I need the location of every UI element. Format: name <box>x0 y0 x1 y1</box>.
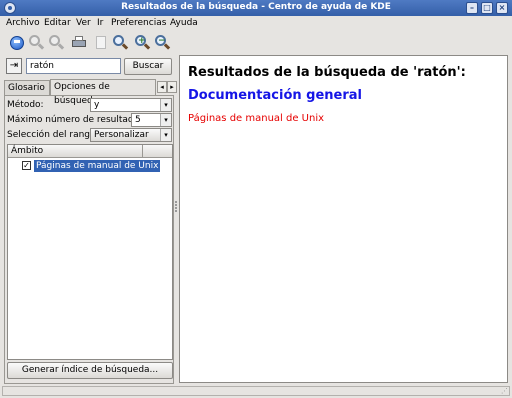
menu-ayuda[interactable]: Ayuda <box>170 18 198 28</box>
subsection-heading: Páginas de manual de Unix <box>188 113 325 124</box>
column-separator <box>142 145 143 158</box>
search-button[interactable]: Buscar <box>124 58 172 75</box>
scope-column-header[interactable]: Ámbito <box>11 146 43 156</box>
menu-ver[interactable]: Ver <box>76 18 91 28</box>
window-title: Resultados de la búsqueda - Centro de ay… <box>121 2 391 12</box>
menu-preferencias[interactable]: Preferencias <box>111 18 166 28</box>
forward-icon[interactable] <box>48 34 66 52</box>
maximize-icon[interactable]: □ <box>481 2 493 14</box>
scope-checkbox[interactable]: ✓ <box>22 161 31 170</box>
status-bar: ⋰ <box>2 386 510 396</box>
clear-search-icon[interactable]: ⇥ <box>6 58 22 74</box>
chevron-down-icon: ▾ <box>160 99 171 111</box>
scope-list-header[interactable]: Ámbito <box>8 145 172 158</box>
copy-icon[interactable] <box>92 34 110 52</box>
range-value: Personalizar <box>94 130 149 140</box>
navigator-pane: ⇥ ratón Buscar Glosario Opciones de búsq… <box>2 54 177 384</box>
method-label: Método: <box>7 100 44 110</box>
scope-list[interactable]: Ámbito ✓ Páginas de manual de Unix <box>7 144 173 360</box>
max-results-spinbox[interactable]: 5 ▾ <box>131 113 172 127</box>
range-select[interactable]: Personalizar ▾ <box>90 128 172 142</box>
tab-scroll-left-icon[interactable]: ◂ <box>157 81 167 93</box>
results-title: Resultados de la búsqueda de 'ratón': <box>188 65 466 80</box>
tab-scroll-right-icon[interactable]: ▸ <box>167 81 177 93</box>
toolbar: + − <box>0 32 512 54</box>
method-select[interactable]: y ▾ <box>90 98 172 112</box>
tab-bar: Glosario Opciones de búsqueda ◂ ▸ <box>4 79 177 106</box>
method-value: y <box>94 100 100 110</box>
search-options-panel: Método: y ▾ Máximo número de resultados:… <box>4 95 174 384</box>
chevron-down-icon: ▾ <box>160 129 171 141</box>
search-input[interactable]: ratón <box>26 58 121 74</box>
spin-arrows-icon[interactable]: ▾ <box>160 114 171 126</box>
menu-bar: Archivo Editar Ver Ir Preferencias Ayuda <box>0 16 512 32</box>
find-icon[interactable] <box>112 34 130 52</box>
pane-splitter[interactable] <box>175 200 178 216</box>
scope-item-label[interactable]: Páginas de manual de Unix <box>34 160 161 172</box>
menu-ir[interactable]: Ir <box>97 18 103 28</box>
max-results-label: Máximo número de resultados: <box>7 115 147 125</box>
max-results-value: 5 <box>135 115 141 125</box>
tab-glosario[interactable]: Glosario <box>4 80 50 95</box>
title-bar: Resultados de la búsqueda - Centro de ay… <box>0 0 512 16</box>
resize-grip-icon[interactable]: ⋰ <box>501 387 508 395</box>
home-icon[interactable] <box>8 34 26 52</box>
back-icon[interactable] <box>28 34 46 52</box>
generate-index-button[interactable]: Generar índice de búsqueda... <box>7 362 173 379</box>
content-view: Resultados de la búsqueda de 'ratón': Do… <box>179 55 508 383</box>
range-label: Selección del rango: <box>7 130 99 140</box>
print-icon[interactable] <box>70 34 88 52</box>
zoom-out-icon[interactable]: − <box>154 34 172 52</box>
zoom-in-icon[interactable]: + <box>134 34 152 52</box>
minimize-icon[interactable]: – <box>466 2 478 14</box>
section-link[interactable]: Documentación general <box>188 88 362 103</box>
tab-opciones-busqueda[interactable]: Opciones de búsqueda <box>50 79 156 106</box>
menu-editar[interactable]: Editar <box>44 18 71 28</box>
close-icon[interactable]: × <box>496 2 508 14</box>
menu-archivo[interactable]: Archivo <box>6 18 40 28</box>
